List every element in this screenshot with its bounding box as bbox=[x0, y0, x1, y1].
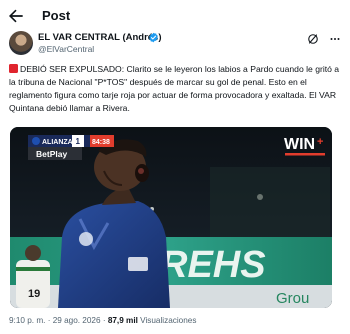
back-arrow-icon[interactable] bbox=[6, 6, 26, 26]
page-title: Post bbox=[42, 8, 71, 23]
broadcaster-logo: WIN bbox=[284, 136, 315, 153]
avatar[interactable] bbox=[9, 31, 33, 55]
meta-separator: · bbox=[47, 316, 51, 325]
grok-icon[interactable] bbox=[307, 33, 319, 45]
views-label: Visualizaciones bbox=[140, 316, 197, 325]
ad-board-subtext: Grou bbox=[276, 290, 309, 307]
more-options-icon[interactable] bbox=[328, 33, 342, 45]
tweet-media-image[interactable]: REHS Grou 19 ALIANZA 1 84:38 BetPlay WIN… bbox=[10, 127, 332, 308]
sponsor-label: BetPlay bbox=[36, 149, 67, 159]
tweet-text: DEBIÓ SER EXPULSADO: Clarito se le leyer… bbox=[9, 63, 341, 115]
top-bar: Post bbox=[0, 0, 350, 32]
broadcaster-plus: + bbox=[317, 136, 323, 148]
scoreboard-time: 84:38 bbox=[92, 139, 110, 146]
jersey-number: 19 bbox=[28, 288, 40, 300]
author-handle[interactable]: @ElVarCentral bbox=[38, 44, 94, 54]
views-count: 87,9 mil bbox=[107, 316, 138, 325]
ad-board-text: REHS bbox=[160, 244, 266, 286]
post-meta: 9:10 p. m. · 29 ago. 2026 · 87,9 mil Vis… bbox=[9, 316, 196, 325]
meta-separator: · bbox=[102, 316, 106, 325]
author-name[interactable]: EL VAR CENTRAL (Andrés) bbox=[38, 32, 162, 43]
post-date[interactable]: 29 ago. 2026 bbox=[53, 316, 101, 325]
tweet-text-lead: DEBIÓ SER EXPULSADO: bbox=[20, 64, 125, 74]
author-row: EL VAR CENTRAL (Andrés) @ElVarCentral bbox=[0, 30, 350, 60]
verified-badge-icon bbox=[149, 32, 158, 43]
scoreboard-team: ALIANZA bbox=[42, 139, 73, 146]
post-time[interactable]: 9:10 p. m. bbox=[9, 316, 45, 325]
red-square-emoji-icon bbox=[9, 64, 18, 73]
scoreboard-number: 1 bbox=[76, 137, 81, 146]
